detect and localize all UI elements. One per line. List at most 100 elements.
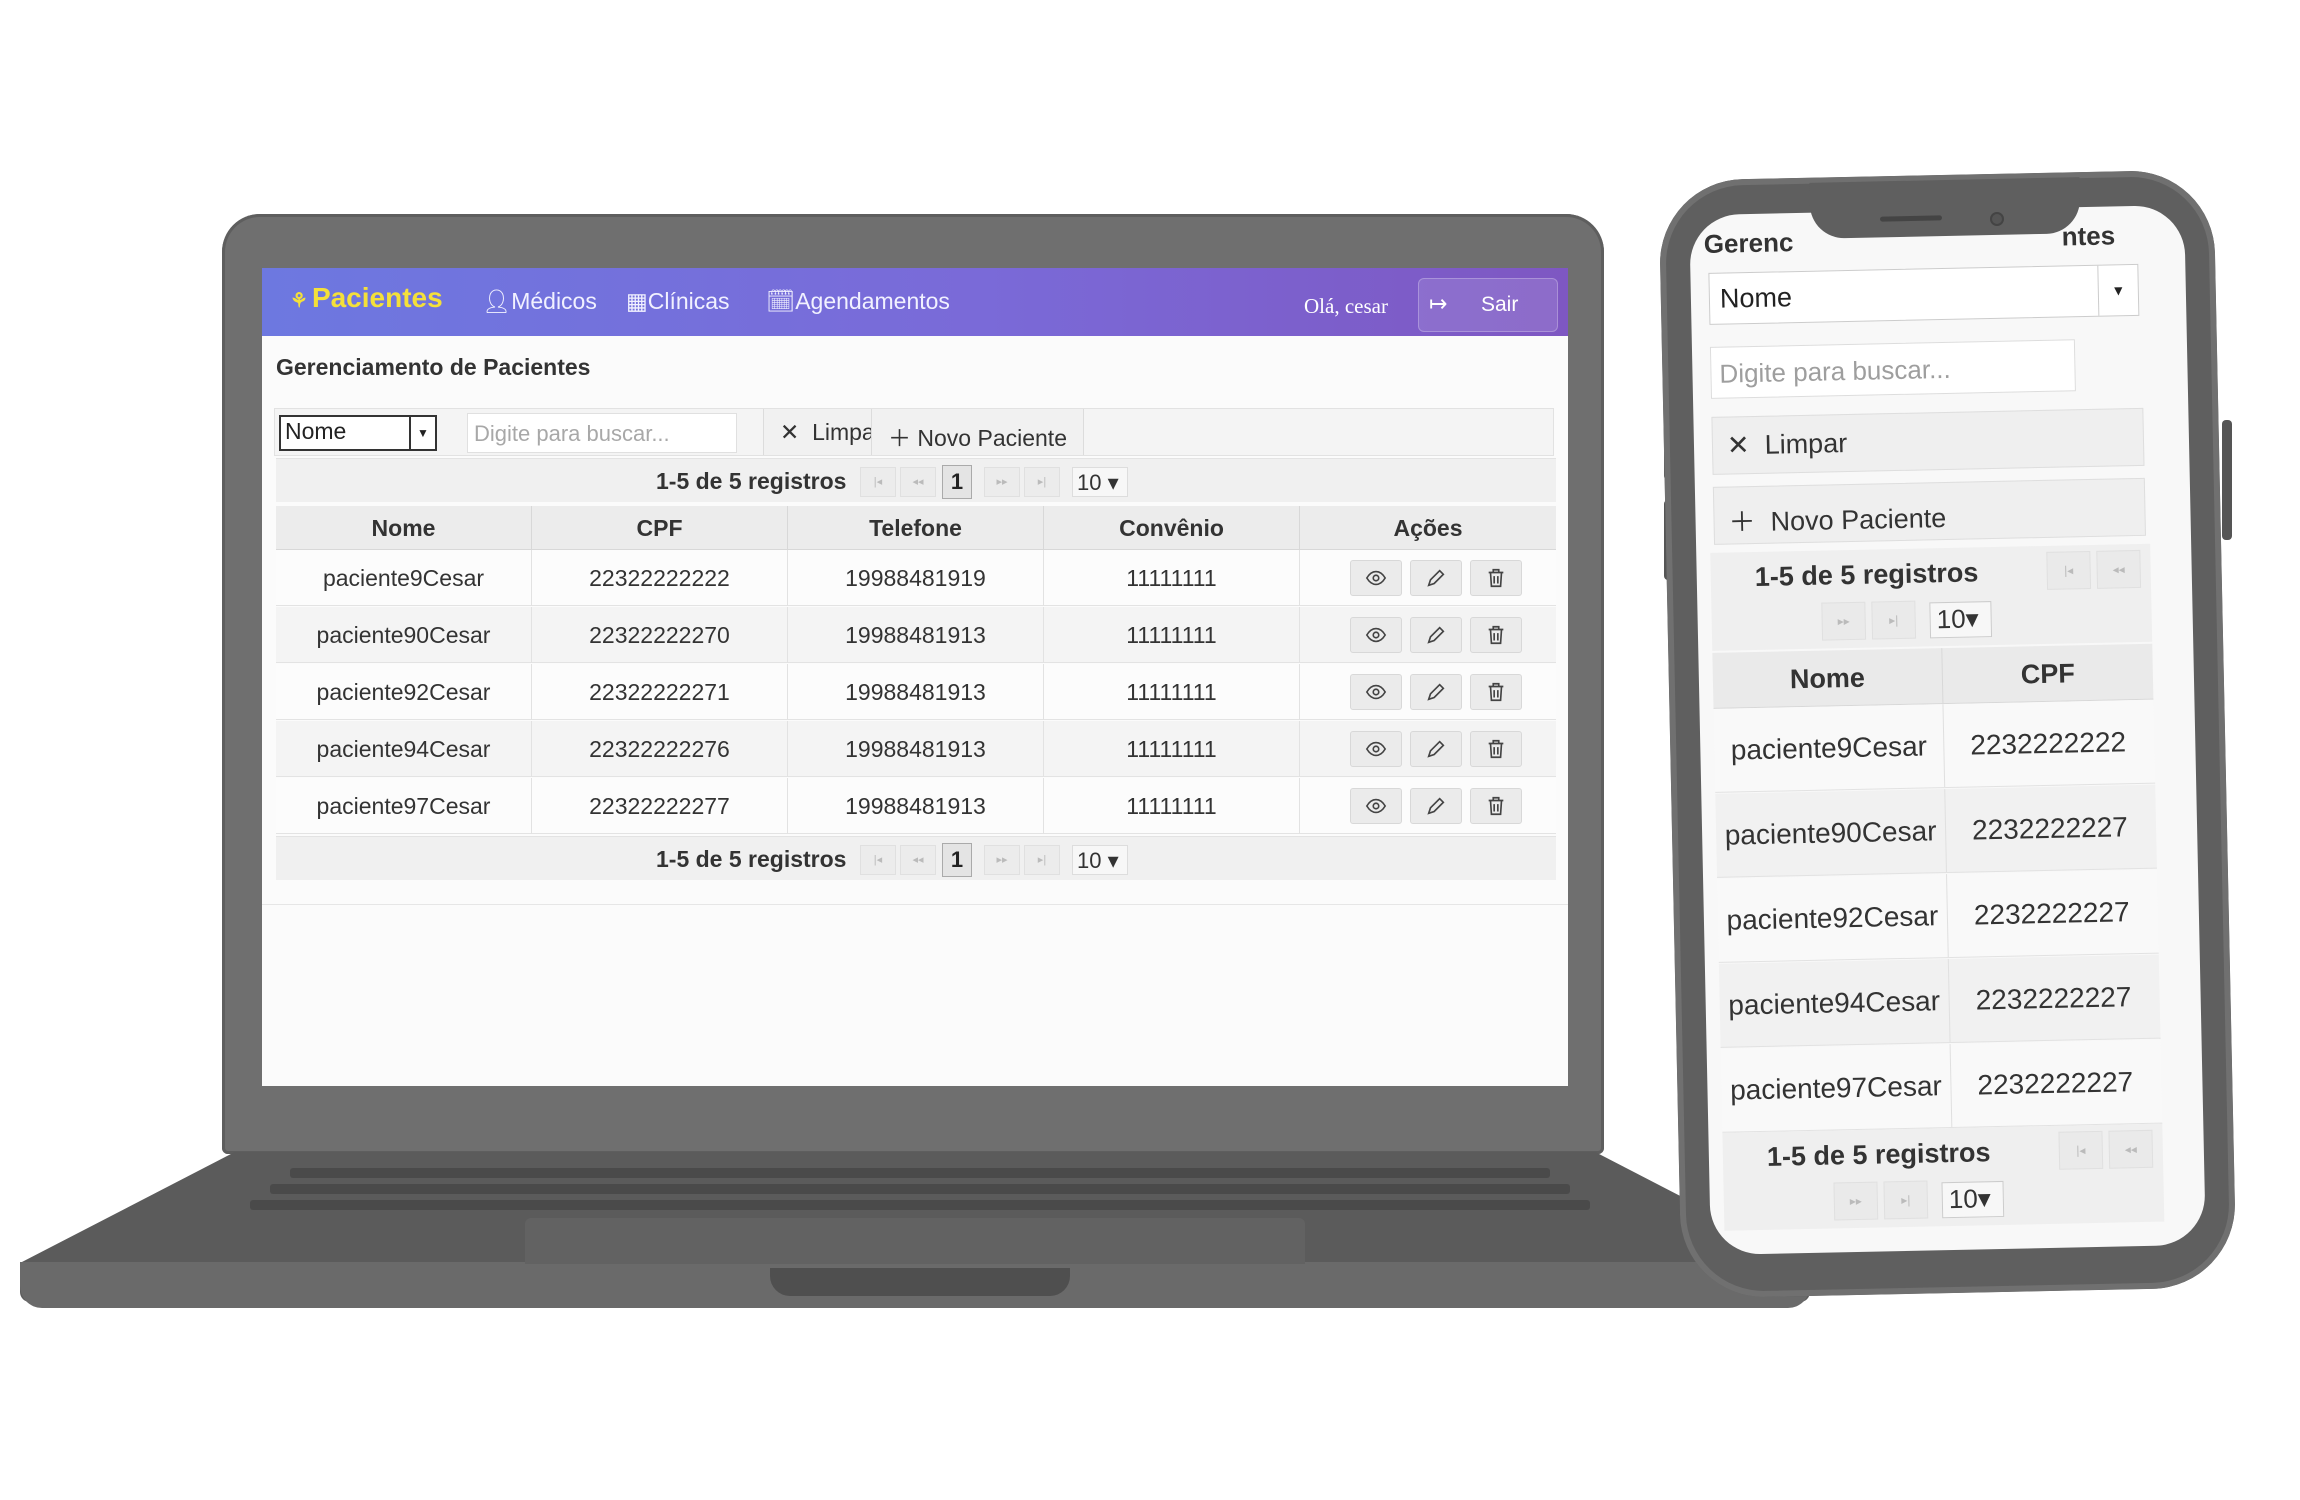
column-header-cpf[interactable]: CPF	[532, 506, 788, 550]
view-button[interactable]	[1350, 560, 1402, 596]
chevron-down-icon: ▼	[409, 417, 435, 449]
table-row: paciente94Cesar 22322222276 19988481913 111…	[276, 721, 1556, 777]
cell-cpf: 22322222270	[532, 607, 788, 663]
last-page-icon[interactable]: ▸|	[1871, 600, 1917, 640]
phone-page-title-tail: ntes	[2061, 220, 2116, 252]
page-size-select[interactable]: 10▾	[1929, 601, 1993, 639]
building-icon: ▦	[626, 288, 648, 314]
edit-button[interactable]	[1410, 674, 1462, 710]
first-page-icon[interactable]: |◂	[2046, 550, 2092, 590]
nav-link-agendamentos[interactable]: 🗓︎Agendamentos	[766, 288, 950, 315]
prev-page-icon[interactable]: ◂◂	[2108, 1129, 2154, 1169]
pager-top: 1-5 de 5 registros |◂ ◂◂ 1 ▸▸ ▸| 10 ▾	[276, 458, 1556, 502]
filter-select[interactable]: Nome ▼	[1708, 263, 2140, 325]
nav-link-label: Agendamentos	[795, 288, 950, 314]
last-page-icon[interactable]: ▸|	[1024, 845, 1060, 875]
first-page-icon[interactable]: |◂	[2058, 1130, 2104, 1170]
pager-top: 1-5 de 5 registros |◂ ◂◂ ▸▸ ▸| 10▾	[1710, 543, 2153, 651]
edit-button[interactable]	[1410, 560, 1462, 596]
column-header-nome[interactable]: Nome	[276, 506, 532, 550]
phone-notch	[1809, 177, 2081, 239]
page-size-select[interactable]: 10▾	[1941, 1180, 2005, 1219]
view-button[interactable]	[1350, 617, 1402, 653]
delete-button[interactable]	[1470, 617, 1522, 653]
calendar-icon: 🗓︎	[766, 288, 796, 314]
view-button[interactable]	[1350, 731, 1402, 767]
delete-button[interactable]	[1470, 788, 1522, 824]
prev-page-icon[interactable]: ◂◂	[900, 467, 936, 497]
next-page-icon[interactable]: ▸▸	[984, 845, 1020, 875]
column-header-cpf[interactable]: CPF	[1942, 644, 2153, 704]
first-page-icon[interactable]: |◂	[860, 467, 896, 497]
nav-link-label: Clínicas	[647, 288, 730, 314]
table-row: paciente90Cesar 22322222270 19988481913 111…	[276, 607, 1556, 663]
column-header-acoes: Ações	[1393, 515, 1463, 541]
table-row: paciente90Cesar 2232222227	[1715, 784, 2157, 878]
filter-select[interactable]: Nome ▼	[279, 415, 437, 451]
last-page-icon[interactable]: ▸|	[1024, 467, 1060, 497]
prev-page-icon[interactable]: ◂◂	[900, 845, 936, 875]
cell-nome: paciente92Cesar	[276, 664, 532, 720]
divider	[262, 904, 1568, 905]
cell-telefone: 19988481913	[788, 778, 1044, 834]
laptop-front-notch	[770, 1268, 1070, 1296]
edit-button[interactable]	[1410, 731, 1462, 767]
delete-button[interactable]	[1470, 560, 1522, 596]
clear-button[interactable]: ✕ Limpar	[1711, 407, 2145, 475]
new-patient-label: Novo Paciente	[917, 425, 1067, 451]
cell-cpf: 22322222271	[532, 664, 788, 720]
new-patient-button[interactable]: ＋ Novo Paciente	[1712, 477, 2146, 545]
table-row: paciente92Cesar 22322222271 19988481913 111…	[276, 664, 1556, 720]
search-input[interactable]: Digite para buscar...	[1709, 339, 2076, 399]
cell-nome: paciente94Cesar	[276, 721, 532, 777]
phone-camera	[1990, 212, 2004, 226]
cell-nome: paciente92Cesar	[1717, 874, 1949, 963]
cell-nome: paciente97Cesar	[1720, 1044, 1953, 1133]
table-header: Nome CPF	[1712, 643, 2154, 709]
delete-button[interactable]	[1470, 674, 1522, 710]
table-header: Nome CPF Telefone Convênio Ações	[276, 506, 1556, 550]
pager-summary: 1-5 de 5 registros	[656, 468, 847, 494]
edit-button[interactable]	[1410, 617, 1462, 653]
new-patient-button[interactable]: ＋ Novo Paciente	[871, 409, 1084, 455]
first-page-icon[interactable]: |◂	[860, 845, 896, 875]
navbar: ⚘ Pacientes 👤︎Médicos ▦Clínicas 🗓︎Agendam…	[262, 268, 1568, 336]
column-header-nome[interactable]: Nome	[1712, 648, 1944, 709]
nav-link-clinicas[interactable]: ▦Clínicas	[626, 288, 730, 315]
pager-summary: 1-5 de 5 registros	[1766, 1137, 1991, 1172]
page-size-select[interactable]: 10 ▾	[1072, 845, 1128, 875]
next-page-icon[interactable]: ▸▸	[1821, 601, 1867, 641]
brand-link[interactable]: ⚘ Pacientes	[290, 282, 443, 314]
cell-convenio: 11111111	[1044, 721, 1300, 777]
current-page-button[interactable]: 1	[942, 465, 972, 499]
nav-link-medicos[interactable]: 👤︎Médicos	[482, 288, 597, 315]
prev-page-icon[interactable]: ◂◂	[2096, 549, 2142, 589]
column-header-convenio[interactable]: Convênio	[1044, 506, 1300, 550]
cell-nome: paciente9Cesar	[1713, 704, 1946, 793]
delete-button[interactable]	[1470, 731, 1522, 767]
page-size-value: 10	[1948, 1183, 1979, 1215]
page-size-value: 10	[1077, 470, 1102, 495]
chevron-down-icon: ▼	[2097, 264, 2139, 316]
new-patient-label: Novo Paciente	[1770, 502, 1947, 537]
column-header-telefone[interactable]: Telefone	[788, 506, 1044, 550]
page-size-select[interactable]: 10 ▾	[1072, 467, 1128, 497]
logout-icon: ↦	[1429, 291, 1448, 316]
page-size-value: 10	[1077, 848, 1102, 873]
view-button[interactable]	[1350, 788, 1402, 824]
edit-button[interactable]	[1410, 788, 1462, 824]
cell-telefone: 19988481913	[788, 607, 1044, 663]
next-page-icon[interactable]: ▸▸	[984, 467, 1020, 497]
table-row: paciente9Cesar 2232222222	[1713, 699, 2156, 793]
table-row: paciente94Cesar 2232222227	[1718, 954, 2161, 1048]
view-button[interactable]	[1350, 674, 1402, 710]
next-page-icon[interactable]: ▸▸	[1833, 1181, 1879, 1221]
last-page-icon[interactable]: ▸|	[1883, 1180, 1929, 1220]
cell-nome: paciente97Cesar	[276, 778, 532, 834]
phone-side-button	[2222, 420, 2232, 540]
cell-cpf: 2232222227	[1977, 1066, 2134, 1101]
logout-button[interactable]: ↦ Sair	[1418, 278, 1558, 332]
current-page-button[interactable]: 1	[942, 843, 972, 877]
plus-icon: ＋	[888, 425, 911, 451]
search-input[interactable]: Digite para buscar...	[467, 413, 737, 453]
